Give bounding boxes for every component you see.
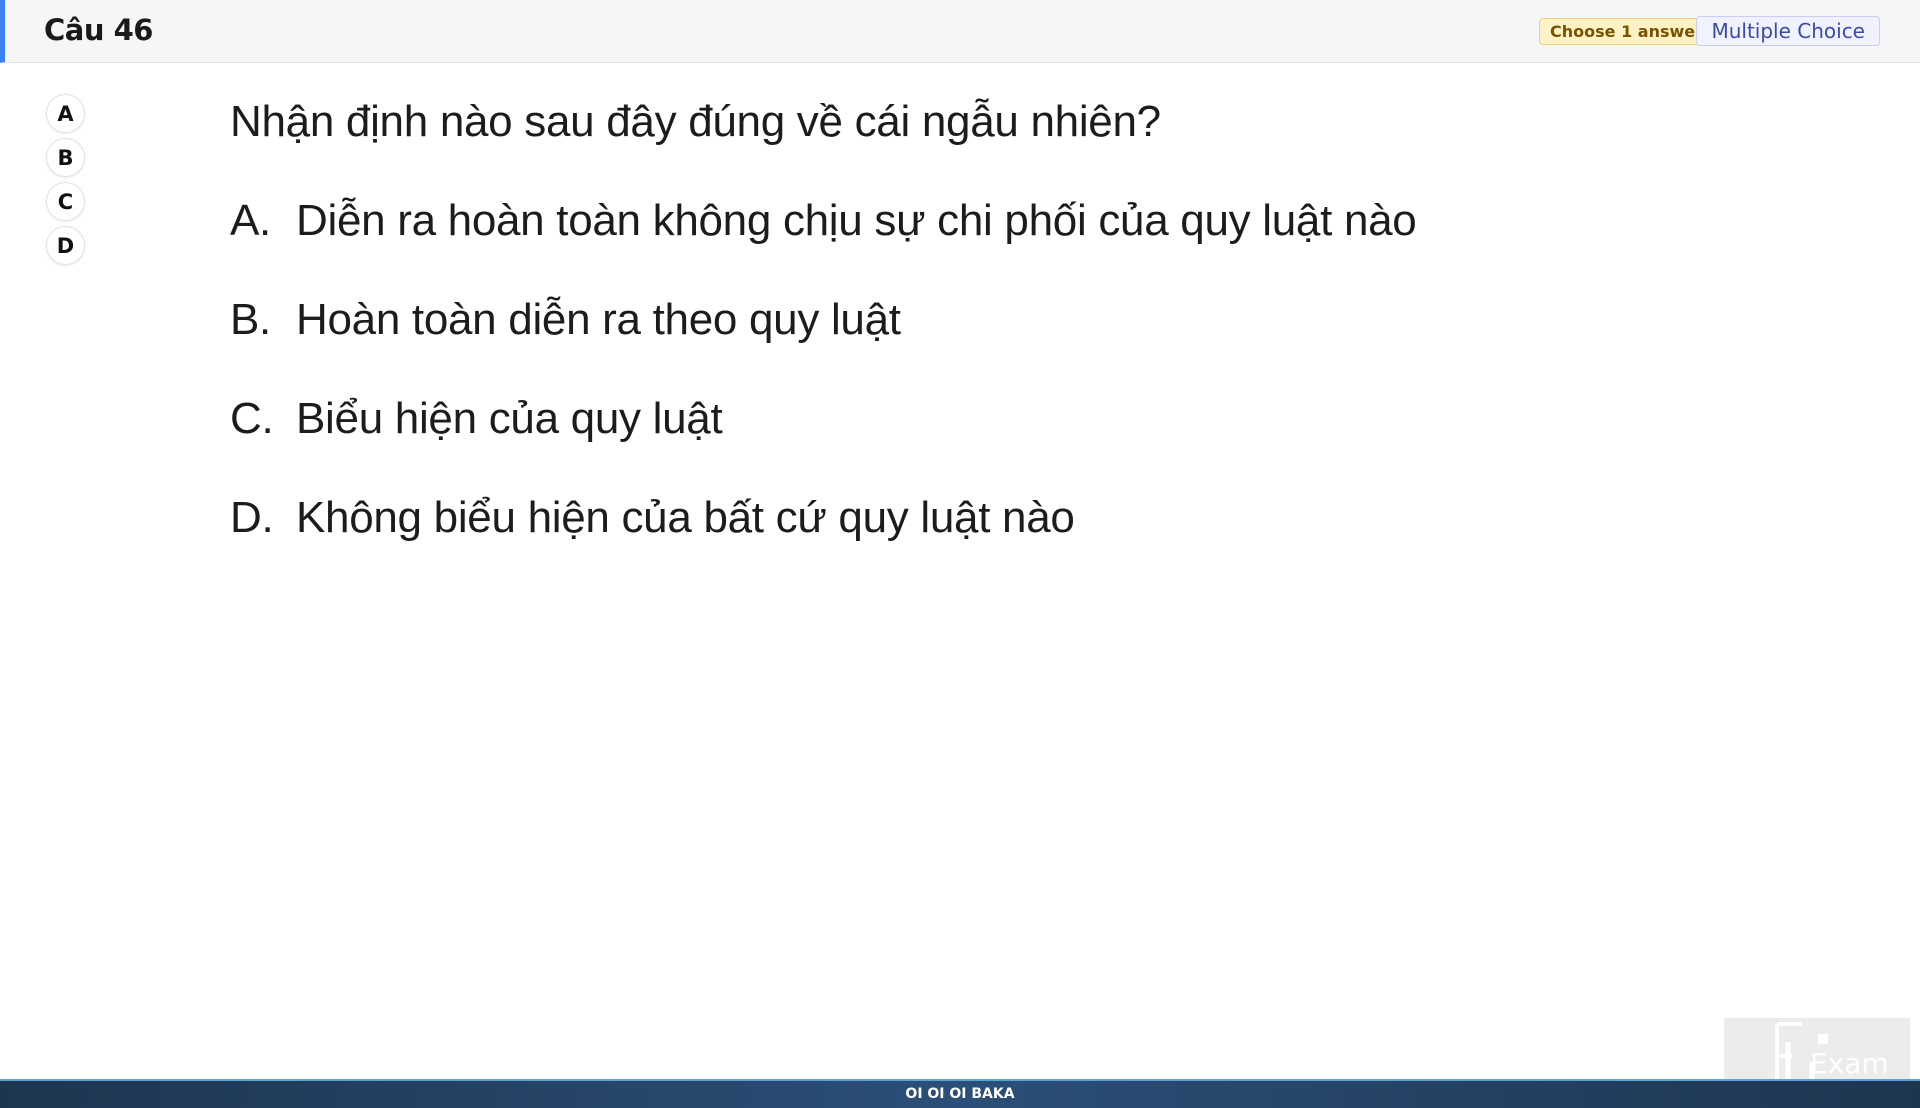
- question-header: Câu 46 Choose 1 answer Multiple Choice: [0, 0, 1920, 63]
- option-text: Biểu hiện của quy luật: [296, 394, 723, 443]
- option-d: D. Không biểu hiện của bất cứ quy luật nà…: [230, 488, 1830, 587]
- answer-nav: A B C D: [46, 94, 86, 270]
- answer-button-a[interactable]: A: [46, 94, 85, 133]
- option-text: Hoàn toàn diễn ra theo quy luật: [296, 295, 901, 344]
- option-a: A. Diễn ra hoàn toàn không chịu sự chi ph…: [230, 191, 1830, 290]
- answer-button-c[interactable]: C: [46, 182, 85, 221]
- option-letter: B.: [230, 295, 271, 344]
- answer-button-b[interactable]: B: [46, 138, 85, 177]
- option-text: Diễn ra hoàn toàn không chịu sự chi phối…: [296, 196, 1417, 245]
- question-title: Câu 46: [44, 13, 153, 47]
- footer-bar: OI OI OI BAKA: [0, 1079, 1920, 1108]
- question-content: Nhận định nào sau đây đúng về cái ngẫu n…: [230, 92, 1830, 587]
- option-letter: A.: [230, 196, 271, 245]
- option-b: B. Hoàn toàn diễn ra theo quy luật: [230, 290, 1830, 389]
- option-letter: D.: [230, 493, 274, 542]
- option-c: C. Biểu hiện của quy luật: [230, 389, 1830, 488]
- logo-text: Exam: [1810, 1047, 1889, 1080]
- option-text: Không biểu hiện của bất cứ quy luật nào: [296, 493, 1075, 542]
- choose-answer-badge: Choose 1 answer: [1539, 18, 1714, 45]
- answer-button-d[interactable]: D: [46, 226, 85, 265]
- question-type-badge: Multiple Choice: [1696, 16, 1880, 46]
- question-text: Nhận định nào sau đây đúng về cái ngẫu n…: [230, 97, 1161, 146]
- option-letter: C.: [230, 394, 274, 443]
